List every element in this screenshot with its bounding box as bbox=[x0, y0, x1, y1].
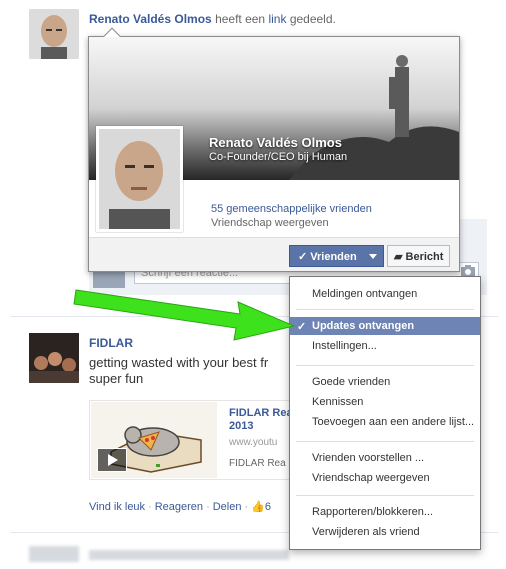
mutual-friends-link[interactable]: 55 gemeenschappelijke vrienden bbox=[211, 203, 372, 215]
post-text-line: getting wasted with your best fr bbox=[89, 355, 269, 370]
profile-hovercard: Renato Valdés Olmos Co-Founder/CEO bij H… bbox=[88, 27, 460, 272]
attachment-description: FIDLAR Rea bbox=[229, 458, 286, 469]
post-author-avatar[interactable] bbox=[29, 9, 79, 59]
comment-link[interactable]: Reageren bbox=[155, 501, 203, 513]
post-actions: Vind ik leuk · Reageren · Delen · 👍6 bbox=[89, 500, 271, 513]
post-verb: heeft een bbox=[215, 12, 266, 26]
play-icon[interactable] bbox=[97, 448, 127, 472]
menu-item-settings[interactable]: Instellingen... bbox=[290, 337, 480, 355]
post-author-name[interactable]: Renato Valdés Olmos bbox=[89, 12, 212, 26]
post-text: getting wasted with your best fr super f… bbox=[89, 355, 299, 387]
hovercard-footer: ✓ Vrienden ▰ Bericht bbox=[89, 237, 459, 271]
like-count[interactable]: 6 bbox=[265, 501, 271, 513]
speech-bubble-icon: ▰ bbox=[394, 251, 406, 263]
menu-item-label: Rapporteren/blokkeren... bbox=[312, 506, 434, 518]
check-icon: ✓ bbox=[298, 251, 311, 263]
friends-dropdown-menu: Meldingen ontvangen ✓ Updates ontvangen I… bbox=[289, 276, 481, 550]
menu-item-unfriend[interactable]: Verwijderen als vriend bbox=[290, 523, 480, 541]
separator-dot: · bbox=[206, 501, 210, 513]
annotation-arrow-icon bbox=[73, 289, 296, 341]
view-friendship-link[interactable]: Vriendschap weergeven bbox=[211, 217, 329, 229]
like-link[interactable]: Vind ik leuk bbox=[89, 501, 145, 513]
message-button-label: Bericht bbox=[405, 251, 444, 263]
menu-item-label: Instellingen... bbox=[312, 340, 377, 352]
menu-item-label: Vrienden voorstellen ... bbox=[312, 452, 425, 464]
menu-item-label: Verwijderen als vriend bbox=[312, 526, 420, 538]
hovercard-name[interactable]: Renato Valdés Olmos bbox=[209, 135, 342, 150]
menu-item-suggest-friends[interactable]: Vrienden voorstellen ... bbox=[290, 449, 480, 467]
menu-divider bbox=[296, 495, 474, 496]
video-thumbnail[interactable] bbox=[91, 402, 217, 478]
profile-picture[interactable] bbox=[96, 126, 183, 232]
separator-dot: · bbox=[244, 501, 249, 513]
share-link[interactable]: Delen bbox=[213, 501, 242, 513]
menu-divider bbox=[296, 441, 474, 442]
menu-divider bbox=[296, 365, 474, 366]
separator-dot: · bbox=[148, 501, 152, 513]
post-verb-end: gedeeld. bbox=[289, 12, 336, 26]
menu-item-label: Vriendschap weergeven bbox=[312, 472, 430, 484]
message-button[interactable]: ▰ Bericht bbox=[387, 245, 450, 267]
post-header: Renato Valdés Olmos heeft een link gedee… bbox=[89, 12, 336, 26]
menu-item-label: Meldingen ontvangen bbox=[312, 288, 418, 300]
menu-item-updates[interactable]: ✓ Updates ontvangen bbox=[290, 317, 480, 335]
menu-item-add-to-list[interactable]: Toevoegen aan een andere lijst... bbox=[290, 413, 480, 431]
attachment-url: www.youtu bbox=[229, 437, 278, 448]
menu-divider bbox=[296, 309, 474, 310]
menu-item-close-friends[interactable]: Goede vrienden bbox=[290, 373, 480, 391]
post-link-word[interactable]: link bbox=[268, 12, 286, 26]
video-attachment[interactable]: FIDLAR Rea 2013 www.youtu FIDLAR Rea bbox=[89, 400, 299, 480]
friends-button[interactable]: ✓ Vrienden bbox=[289, 245, 384, 267]
hovercard-job-title: Co-Founder/CEO bij Human bbox=[209, 151, 348, 163]
menu-item-label: Toevoegen aan een andere lijst... bbox=[312, 416, 475, 428]
menu-item-label: Updates ontvangen bbox=[312, 320, 415, 332]
menu-item-view-friendship[interactable]: Vriendschap weergeven bbox=[290, 469, 480, 487]
menu-item-notifications[interactable]: Meldingen ontvangen bbox=[290, 285, 480, 303]
thumbs-up-icon: 👍 bbox=[251, 501, 265, 513]
post-text-line: super fun bbox=[89, 371, 144, 386]
menu-item-label: Kennissen bbox=[312, 396, 364, 408]
chevron-down-icon bbox=[369, 254, 377, 259]
blurred-content bbox=[29, 546, 289, 566]
menu-item-report-block[interactable]: Rapporteren/blokkeren... bbox=[290, 503, 480, 521]
menu-item-acquaintances[interactable]: Kennissen bbox=[290, 393, 480, 411]
menu-item-label: Goede vrienden bbox=[312, 376, 391, 388]
friends-button-label: Vrienden bbox=[310, 251, 357, 263]
